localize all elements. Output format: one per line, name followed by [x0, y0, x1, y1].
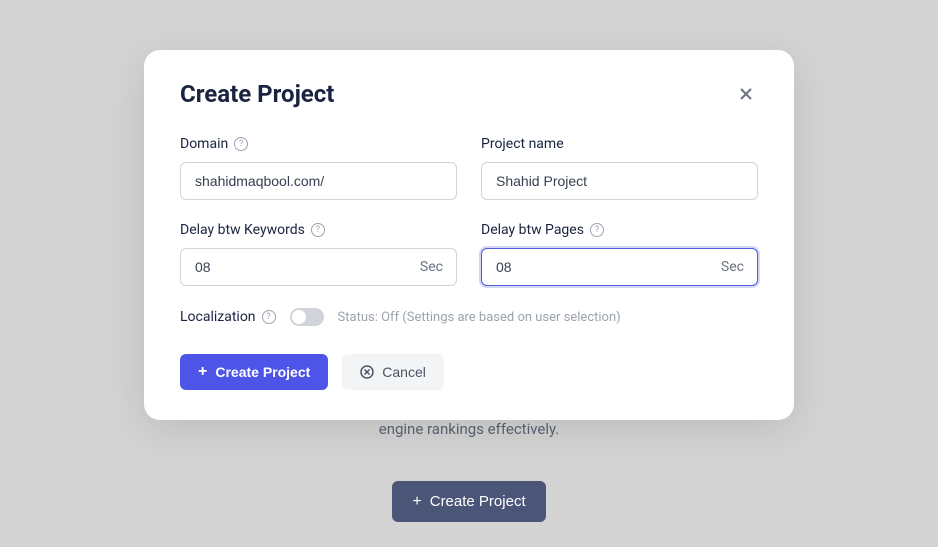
help-icon[interactable]: ? — [262, 310, 276, 324]
delay-keywords-input[interactable] — [180, 248, 457, 286]
create-project-modal: Create Project Domain ? Project name D — [144, 50, 794, 420]
help-icon[interactable]: ? — [234, 137, 248, 151]
localization-row: Localization ? Status: Off (Settings are… — [180, 308, 758, 326]
help-icon[interactable]: ? — [311, 223, 325, 237]
cancel-label: Cancel — [382, 364, 426, 380]
form-row-2: Delay btw Keywords ? Sec Delay btw Pages… — [180, 222, 758, 286]
delay-pages-label-text: Delay btw Pages — [481, 222, 584, 238]
project-name-input[interactable] — [481, 162, 758, 200]
delay-keywords-label: Delay btw Keywords ? — [180, 222, 457, 238]
localization-status: Status: Off (Settings are based on user … — [338, 310, 621, 325]
delay-pages-label: Delay btw Pages ? — [481, 222, 758, 238]
plus-icon: + — [412, 494, 421, 510]
localization-label-text: Localization — [180, 309, 256, 325]
close-icon — [738, 86, 754, 102]
modal-header: Create Project — [180, 80, 758, 108]
localization-toggle[interactable] — [290, 308, 324, 326]
modal-footer: + Create Project Cancel — [180, 354, 758, 390]
page-create-project-button[interactable]: + Create Project — [392, 481, 545, 522]
close-button[interactable] — [734, 82, 758, 106]
delay-pages-input[interactable] — [481, 248, 758, 286]
cancel-button[interactable]: Cancel — [342, 354, 444, 390]
delay-keywords-group: Delay btw Keywords ? Sec — [180, 222, 457, 286]
create-project-button[interactable]: + Create Project — [180, 354, 328, 390]
domain-label-text: Domain — [180, 136, 228, 152]
domain-group: Domain ? — [180, 136, 457, 200]
cancel-icon — [360, 365, 374, 379]
delay-keywords-input-wrap: Sec — [180, 248, 457, 286]
page-desc-line2: engine rankings effectively. — [0, 417, 938, 441]
project-name-label: Project name — [481, 136, 758, 152]
modal-title: Create Project — [180, 80, 334, 108]
domain-label: Domain ? — [180, 136, 457, 152]
form-row-1: Domain ? Project name — [180, 136, 758, 200]
page-create-label: Create Project — [430, 493, 526, 510]
domain-input[interactable] — [180, 162, 457, 200]
help-icon[interactable]: ? — [590, 223, 604, 237]
delay-keywords-label-text: Delay btw Keywords — [180, 222, 305, 238]
create-project-label: Create Project — [215, 364, 310, 380]
localization-label: Localization ? — [180, 309, 276, 325]
plus-icon: + — [198, 364, 207, 380]
delay-pages-group: Delay btw Pages ? Sec — [481, 222, 758, 286]
project-name-label-text: Project name — [481, 136, 564, 152]
toggle-knob — [292, 310, 306, 324]
project-name-group: Project name — [481, 136, 758, 200]
delay-pages-input-wrap: Sec — [481, 248, 758, 286]
